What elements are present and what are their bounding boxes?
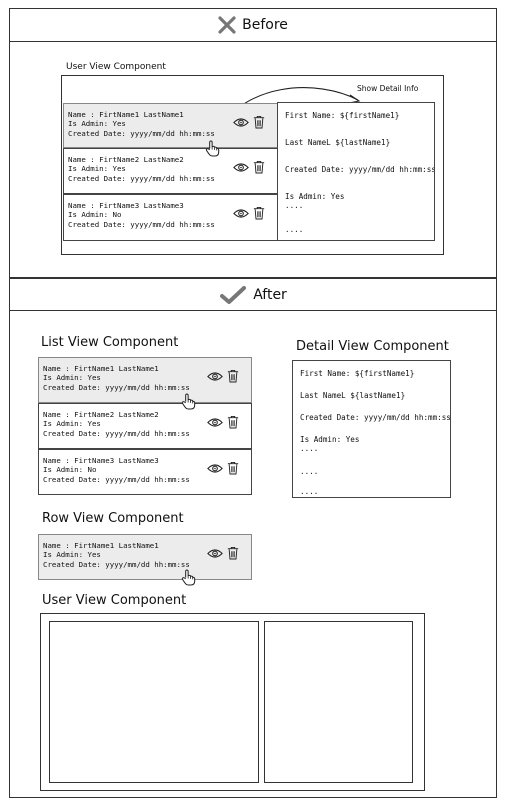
trash-icon[interactable] (253, 115, 265, 129)
detail-ellipsis: .... (285, 201, 304, 210)
detail-ellipsis: .... (300, 487, 319, 496)
before-header-label: Before (242, 17, 288, 33)
row-created: Created Date: yyyy/mm/dd hh:mm:ss (43, 559, 190, 569)
row-created: Created Date: yyyy/mm/dd hh:mm:ss (68, 128, 215, 138)
detail-admin: Is Admin: Yes (285, 192, 345, 201)
after-header-label: After (253, 286, 287, 303)
before-detail-panel: First Name: ${firstName1} Last NameL ${l… (277, 102, 435, 241)
trash-icon[interactable] (227, 546, 239, 560)
before-row-3[interactable]: Name : FirtName3 LastName3 Is Admin: No … (63, 194, 278, 241)
detail-view-placeholder (264, 621, 413, 783)
after-list-row-1[interactable]: Name : FirtName1 LastName1 Is Admin: Yes… (38, 357, 252, 403)
before-row-2[interactable]: Name : FirtName2 LastName2 Is Admin: Yes… (63, 148, 278, 194)
after-header: After (9, 278, 497, 311)
detail-created: Created Date: yyyy/mm/dd hh:mm:ss (285, 165, 435, 174)
detail-admin: Is Admin: Yes (300, 435, 360, 444)
list-view-label: List View Component (41, 335, 179, 350)
trash-icon[interactable] (227, 369, 239, 383)
after-list-row-3[interactable]: Name : FirtName3 LastName3 Is Admin: No … (38, 449, 252, 495)
row-created: Created Date: yyyy/mm/dd hh:mm:ss (43, 382, 190, 392)
check-icon (220, 285, 247, 304)
detail-ellipsis: .... (300, 444, 319, 453)
before-header: Before (9, 8, 497, 42)
trash-icon[interactable] (227, 461, 239, 475)
row-created: Created Date: yyyy/mm/dd hh:mm:ss (43, 474, 190, 484)
hand-pointer-icon (181, 393, 196, 410)
detail-ellipsis: .... (300, 467, 319, 476)
x-icon (218, 16, 236, 34)
row-created: Created Date: yyyy/mm/dd hh:mm:ss (43, 428, 190, 438)
detail-created: Created Date: yyyy/mm/dd hh:mm:ss (300, 413, 451, 422)
trash-icon[interactable] (253, 160, 265, 174)
detail-first-name: First Name: ${firstName1} (285, 111, 400, 120)
detail-first-name: First Name: ${firstName1} (300, 369, 415, 378)
eye-icon[interactable] (233, 117, 249, 128)
row-view-label: Row View Component (42, 511, 184, 526)
before-row-1[interactable]: Name : FirtName1 LastName1 Is Admin: Yes… (63, 103, 278, 148)
list-view-placeholder (49, 621, 259, 783)
after-user-view-label: User View Component (42, 593, 187, 608)
after-detail-panel: First Name: ${firstName1} Last NameL ${l… (292, 360, 451, 498)
eye-icon[interactable] (207, 548, 223, 559)
eye-icon[interactable] (207, 463, 223, 474)
eye-icon[interactable] (233, 208, 249, 219)
detail-last-name: Last NameL ${lastName1} (300, 391, 406, 400)
after-list-row-2[interactable]: Name : FirtName2 LastName2 Is Admin: Yes… (38, 403, 252, 449)
row-created: Created Date: yyyy/mm/dd hh:mm:ss (68, 173, 215, 183)
eye-icon[interactable] (233, 162, 249, 173)
detail-last-name: Last NameL ${lastName1} (285, 138, 391, 147)
after-row-view[interactable]: Name : FirtName1 LastName1 Is Admin: Yes… (38, 534, 252, 580)
detail-ellipsis: .... (285, 225, 304, 234)
row-created: Created Date: yyyy/mm/dd hh:mm:ss (68, 219, 215, 229)
trash-icon[interactable] (253, 206, 265, 220)
hand-pointer-icon (205, 140, 220, 157)
hand-pointer-icon (181, 569, 196, 586)
eye-icon[interactable] (207, 417, 223, 428)
trash-icon[interactable] (227, 415, 239, 429)
eye-icon[interactable] (207, 371, 223, 382)
detail-view-label: Detail View Component (296, 339, 449, 354)
before-user-view-label: User View Component (66, 62, 166, 72)
